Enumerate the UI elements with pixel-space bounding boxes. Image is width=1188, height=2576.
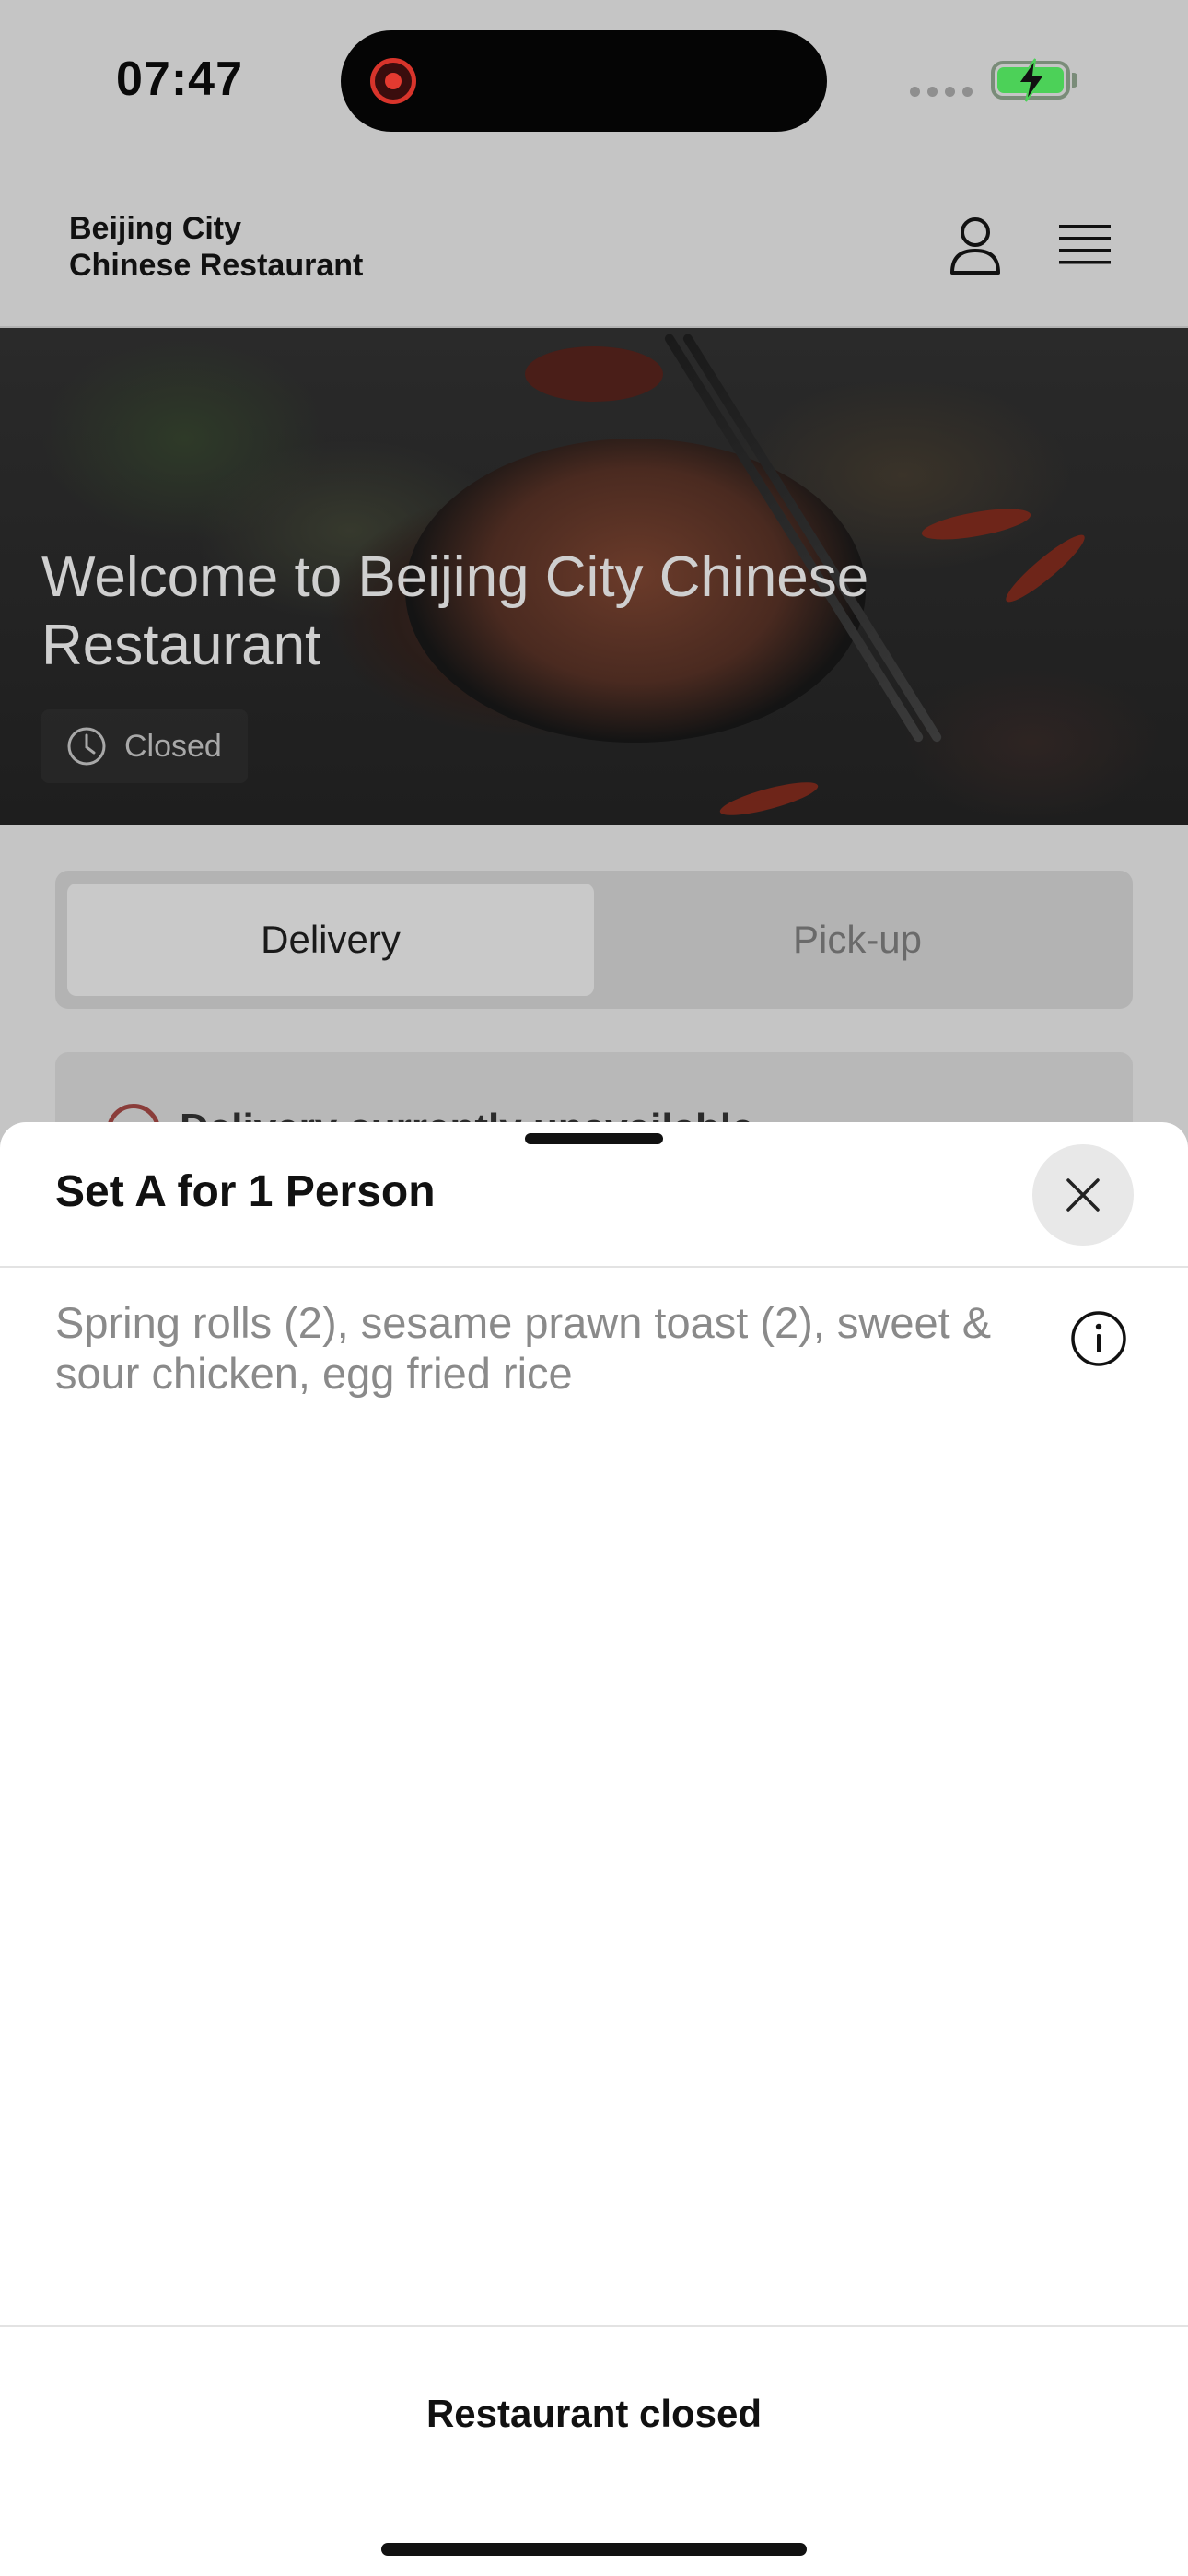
close-icon	[1066, 1178, 1100, 1212]
brand-line-1: Beijing City	[69, 211, 242, 246]
hero-banner: Welcome to Beijing City Chinese Restaura…	[0, 328, 1188, 825]
close-button[interactable]	[1032, 1144, 1134, 1246]
chili-image	[717, 776, 821, 822]
app-screen: 07:47 Beijing City Chinese Restaurant We…	[0, 0, 1188, 2576]
signal-icon	[910, 87, 973, 97]
order-mode-tabs: Delivery Pick-up	[55, 871, 1133, 1009]
site-header: Beijing City Chinese Restaurant	[0, 164, 1188, 328]
restaurant-logo-text[interactable]: Beijing City Chinese Restaurant	[69, 210, 363, 284]
status-time: 07:47	[116, 53, 243, 106]
footer-divider	[0, 2325, 1188, 2327]
status-bar: 07:47	[0, 0, 1188, 164]
product-detail-sheet: Set A for 1 Person Spring rolls (2), ses…	[0, 1122, 1188, 2576]
chili-image	[919, 502, 1033, 546]
sheet-divider	[0, 1266, 1188, 1268]
sheet-drag-handle[interactable]	[525, 1133, 663, 1144]
status-badge-label: Closed	[124, 728, 222, 764]
info-icon[interactable]	[1070, 1310, 1127, 1367]
product-description: Spring rolls (2), sesame prawn toast (2)…	[55, 1298, 992, 1398]
sauce-dish-image	[525, 346, 663, 402]
tab-delivery[interactable]: Delivery	[67, 884, 594, 996]
tab-pick-up[interactable]: Pick-up	[594, 884, 1121, 996]
charging-bolt-icon	[1017, 58, 1046, 102]
restaurant-closed-label: Restaurant closed	[425, 2392, 763, 2435]
menu-icon[interactable]	[1057, 221, 1112, 269]
status-badge: Closed	[41, 709, 248, 783]
hero-title: Welcome to Beijing City Chinese Restaura…	[41, 545, 869, 677]
battery-tip	[1072, 73, 1077, 88]
brand-line-2: Chinese Restaurant	[69, 248, 364, 283]
clock-icon	[67, 727, 106, 766]
screen-recording-dot	[385, 73, 402, 89]
home-indicator[interactable]	[381, 2543, 807, 2556]
sheet-title: Set A for 1 Person	[55, 1167, 436, 1216]
user-icon[interactable]	[949, 216, 1002, 276]
